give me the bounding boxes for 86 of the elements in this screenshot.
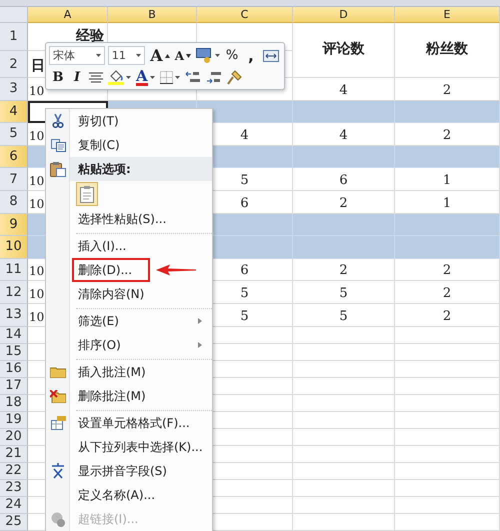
- down-triangle-icon: [186, 54, 191, 58]
- row-header[interactable]: 9: [0, 214, 28, 236]
- row-header[interactable]: 22: [0, 462, 28, 480]
- format-cells-icon: [50, 416, 66, 430]
- shrink-font-button[interactable]: A: [172, 46, 193, 66]
- comma-style-button[interactable]: ,: [242, 46, 260, 66]
- center-align-icon: [89, 72, 103, 83]
- caret-icon: [136, 54, 142, 57]
- caret-icon: [126, 76, 131, 79]
- caret-icon: [215, 54, 220, 57]
- caret-icon: [174, 76, 180, 79]
- menu-item[interactable]: 插入批注(M): [46, 360, 212, 384]
- column-header[interactable]: E: [395, 7, 500, 23]
- table-cell: 2: [395, 281, 500, 304]
- menu-item[interactable]: 删除批注(M): [46, 384, 212, 408]
- paste-icon: [80, 186, 94, 202]
- copy-icon: [50, 138, 66, 152]
- row-header[interactable]: 4: [0, 100, 28, 124]
- row-header[interactable]: 16: [0, 360, 28, 378]
- font-name-field[interactable]: 宋体: [49, 46, 105, 65]
- grow-font-button[interactable]: A: [148, 46, 172, 66]
- row-header[interactable]: 7: [0, 168, 28, 191]
- font-color-button[interactable]: A: [134, 68, 157, 88]
- menu-item[interactable]: 插入(I)...: [46, 234, 212, 258]
- format-painter-button[interactable]: [224, 68, 244, 88]
- scissors-icon: [52, 114, 64, 128]
- row-header[interactable]: 13: [0, 304, 28, 327]
- phonetic-icon: [51, 463, 65, 479]
- increase-decimal-icon: [184, 71, 201, 84]
- table-cell: 2: [293, 258, 395, 282]
- up-triangle-icon: [164, 54, 170, 58]
- font-size-field[interactable]: 11: [108, 46, 146, 65]
- clipboard-icon: [50, 162, 66, 176]
- table-cell: 评论数: [293, 23, 395, 78]
- row-header[interactable]: 3: [0, 78, 28, 101]
- table-cell: 6: [293, 168, 395, 191]
- column-header[interactable]: A: [28, 7, 108, 23]
- menu-item[interactable]: 显示拼音字段(S): [46, 459, 212, 483]
- table-cell: 2: [395, 304, 500, 327]
- row-header[interactable]: 2: [0, 51, 28, 78]
- row-header[interactable]: 6: [0, 146, 28, 168]
- folder-delete-icon: [50, 390, 66, 402]
- row-header[interactable]: 1: [0, 23, 28, 51]
- fill-color-button[interactable]: [106, 68, 133, 88]
- paint-bucket-icon: [108, 70, 124, 85]
- menu-item[interactable]: 定义名称(A)...: [46, 483, 212, 507]
- row-header[interactable]: 21: [0, 446, 28, 463]
- menu-item[interactable]: 设置单元格格式(F)...: [46, 411, 212, 435]
- merge-icon: [263, 50, 279, 62]
- row-header[interactable]: 12: [0, 281, 28, 304]
- money-icon: [196, 48, 213, 63]
- row-header[interactable]: 5: [0, 123, 28, 146]
- row-header[interactable]: 18: [0, 394, 28, 412]
- globe-icon: [50, 512, 66, 526]
- row-header[interactable]: 20: [0, 428, 28, 446]
- folder-icon: [50, 366, 66, 378]
- table-cell: 5: [293, 304, 395, 327]
- borders-icon: [160, 71, 173, 84]
- table-cell: 1: [395, 168, 500, 191]
- row-header[interactable]: 10: [0, 236, 28, 259]
- row-header[interactable]: 15: [0, 344, 28, 361]
- menu-section-header: 粘贴选项:: [70, 157, 212, 181]
- table-cell: 粉丝数: [395, 23, 500, 78]
- column-header[interactable]: D: [293, 7, 395, 23]
- table-cell: 5: [293, 281, 395, 304]
- column-header[interactable]: B: [108, 7, 197, 23]
- menu-item[interactable]: 从下拉列表中选择(K)...: [46, 435, 212, 459]
- caret-icon: [96, 54, 101, 57]
- accounting-format-button[interactable]: [194, 46, 222, 66]
- row-header[interactable]: 17: [0, 378, 28, 395]
- column-header[interactable]: C: [197, 7, 293, 23]
- decrease-decimal-icon: [206, 71, 222, 84]
- paintbrush-icon: [226, 70, 242, 85]
- menu-item[interactable]: 排序(O): [46, 333, 212, 357]
- paste-button[interactable]: [76, 182, 98, 206]
- percent-button[interactable]: %: [223, 46, 241, 66]
- table-cell: 2: [395, 258, 500, 282]
- row-header[interactable]: 19: [0, 412, 28, 429]
- arrow-annotation: [156, 264, 196, 276]
- row-header[interactable]: 23: [0, 480, 28, 497]
- row-header[interactable]: 25: [0, 514, 28, 531]
- caret-icon: [150, 76, 155, 79]
- row-header[interactable]: 8: [0, 190, 28, 214]
- row-header[interactable]: 24: [0, 496, 28, 514]
- row-header[interactable]: 14: [0, 326, 28, 344]
- row-header[interactable]: 11: [0, 258, 28, 282]
